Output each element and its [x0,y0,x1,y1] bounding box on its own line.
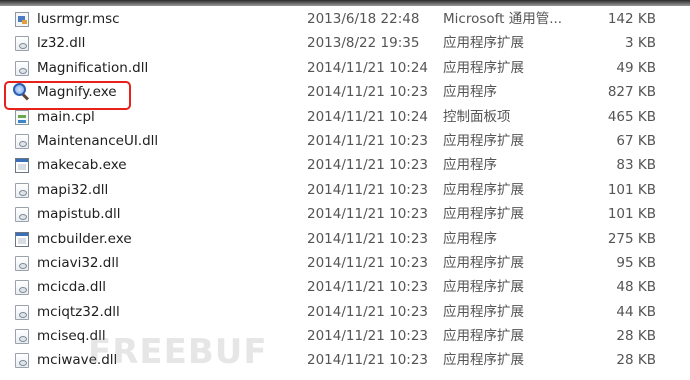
file-name: mciseq.dll [37,328,106,345]
dll-file-icon [15,280,29,296]
file-row[interactable]: mcbuilder.exe 2014/11/21 10:23 应用程序 275 … [0,227,690,251]
file-size: 48 KB [616,279,656,296]
file-date: 2014/11/21 10:23 [307,181,429,198]
file-name: mapistub.dll [37,206,121,223]
file-name: mcicda.dll [37,279,106,296]
file-size: 49 KB [616,59,656,76]
file-name: makecab.exe [37,157,127,174]
file-row[interactable]: Magnification.dll 2014/11/21 10:24 应用程序扩… [0,56,690,80]
dll-file-icon [15,329,29,345]
file-row[interactable]: MaintenanceUI.dll 2014/11/21 10:23 应用程序扩… [0,129,690,153]
file-date: 2014/11/21 10:23 [307,254,429,271]
file-row[interactable]: makecab.exe 2014/11/21 10:23 应用程序 83 KB [0,153,690,177]
file-date: 2013/8/22 19:35 [307,35,420,52]
msc-file-icon [15,12,29,27]
file-size: 67 KB [616,132,656,149]
file-size: 275 KB [607,230,656,247]
file-size: 44 KB [616,303,656,320]
file-type: 应用程序扩展 [443,279,524,296]
file-date: 2013/6/18 22:48 [307,11,420,27]
file-date: 2014/11/21 10:23 [307,352,429,369]
file-date: 2014/11/21 10:23 [307,303,429,320]
file-list: lusrmgr.msc 2013/6/18 22:48 Microsoft 通用… [0,7,690,373]
file-name: mapi32.dll [37,181,109,198]
file-type: 应用程序扩展 [443,254,524,271]
dll-file-icon [15,304,29,320]
cropped-header-strip [0,0,690,6]
file-date: 2014/11/21 10:23 [307,132,429,149]
file-row[interactable]: mcicda.dll 2014/11/21 10:23 应用程序扩展 48 KB [0,275,690,299]
file-row[interactable]: mciavi32.dll 2014/11/21 10:23 应用程序扩展 95 … [0,251,690,275]
file-date: 2014/11/21 10:23 [307,206,429,223]
file-type: 应用程序扩展 [443,35,524,52]
file-name: MaintenanceUI.dll [37,132,159,149]
file-date: 2014/11/21 10:24 [307,108,429,125]
file-size: 28 KB [616,328,656,345]
file-type: 应用程序扩展 [443,132,524,149]
file-date: 2014/11/21 10:23 [307,230,429,247]
dll-file-icon [15,207,29,223]
file-date: 2014/11/21 10:23 [307,84,429,101]
file-type: 应用程序 [443,84,497,101]
dll-file-icon [15,133,29,149]
file-type: 应用程序 [443,157,497,174]
file-type: 应用程序扩展 [443,181,524,198]
file-date: 2014/11/21 10:24 [307,59,429,76]
file-name: lz32.dll [37,35,86,52]
file-name: mcbuilder.exe [37,230,132,247]
file-size: 83 KB [616,157,656,174]
file-size: 465 KB [607,108,656,125]
exe-file-icon [15,231,29,247]
file-date: 2014/11/21 10:23 [307,157,429,174]
file-row[interactable]: mciwave.dll 2014/11/21 10:23 应用程序扩展 28 K… [0,348,690,372]
control-panel-file-icon [15,109,29,125]
file-type: Microsoft 通用管... [443,11,563,27]
exe-file-icon [15,158,29,174]
file-size: 827 KB [607,84,656,101]
dll-file-icon [15,353,29,369]
file-row-highlighted[interactable]: Magnify.exe 2014/11/21 10:23 应用程序 827 KB [0,80,690,104]
file-row[interactable]: main.cpl 2014/11/21 10:24 控制面板项 465 KB [0,105,690,129]
file-type: 应用程序 [443,230,497,247]
file-type: 控制面板项 [443,108,511,125]
file-size: 28 KB [616,352,656,369]
file-size: 3 KB [625,35,656,52]
file-name: mciavi32.dll [37,254,119,271]
file-size: 101 KB [607,181,656,198]
dll-file-icon [15,36,29,52]
file-type: 应用程序扩展 [443,59,524,76]
magnifier-app-icon [13,83,30,100]
file-row[interactable]: mciqtz32.dll 2014/11/21 10:23 应用程序扩展 44 … [0,300,690,324]
file-size: 101 KB [607,206,656,223]
file-name: main.cpl [37,108,95,125]
file-name: mciwave.dll [37,352,118,369]
file-name: mciqtz32.dll [37,303,120,320]
file-date: 2014/11/21 10:23 [307,279,429,296]
file-row[interactable]: lz32.dll 2013/8/22 19:35 应用程序扩展 3 KB [0,31,690,55]
file-row[interactable]: lusrmgr.msc 2013/6/18 22:48 Microsoft 通用… [0,7,690,31]
file-type: 应用程序扩展 [443,206,524,223]
file-type: 应用程序扩展 [443,303,524,320]
file-size: 142 KB [607,11,656,27]
file-row[interactable]: mapi32.dll 2014/11/21 10:23 应用程序扩展 101 K… [0,178,690,202]
file-explorer-list-view: lusrmgr.msc 2013/6/18 22:48 Microsoft 通用… [0,0,690,380]
dll-file-icon [15,255,29,271]
dll-file-icon [15,182,29,198]
file-name: Magnification.dll [37,59,149,76]
file-size: 95 KB [616,254,656,271]
file-row[interactable]: mapistub.dll 2014/11/21 10:23 应用程序扩展 101… [0,202,690,226]
file-name: Magnify.exe [37,84,117,101]
file-row[interactable]: mciseq.dll 2014/11/21 10:23 应用程序扩展 28 KB [0,324,690,348]
file-date: 2014/11/21 10:23 [307,328,429,345]
dll-file-icon [15,60,29,76]
file-type: 应用程序扩展 [443,352,524,369]
file-name: lusrmgr.msc [37,11,120,27]
file-type: 应用程序扩展 [443,328,524,345]
